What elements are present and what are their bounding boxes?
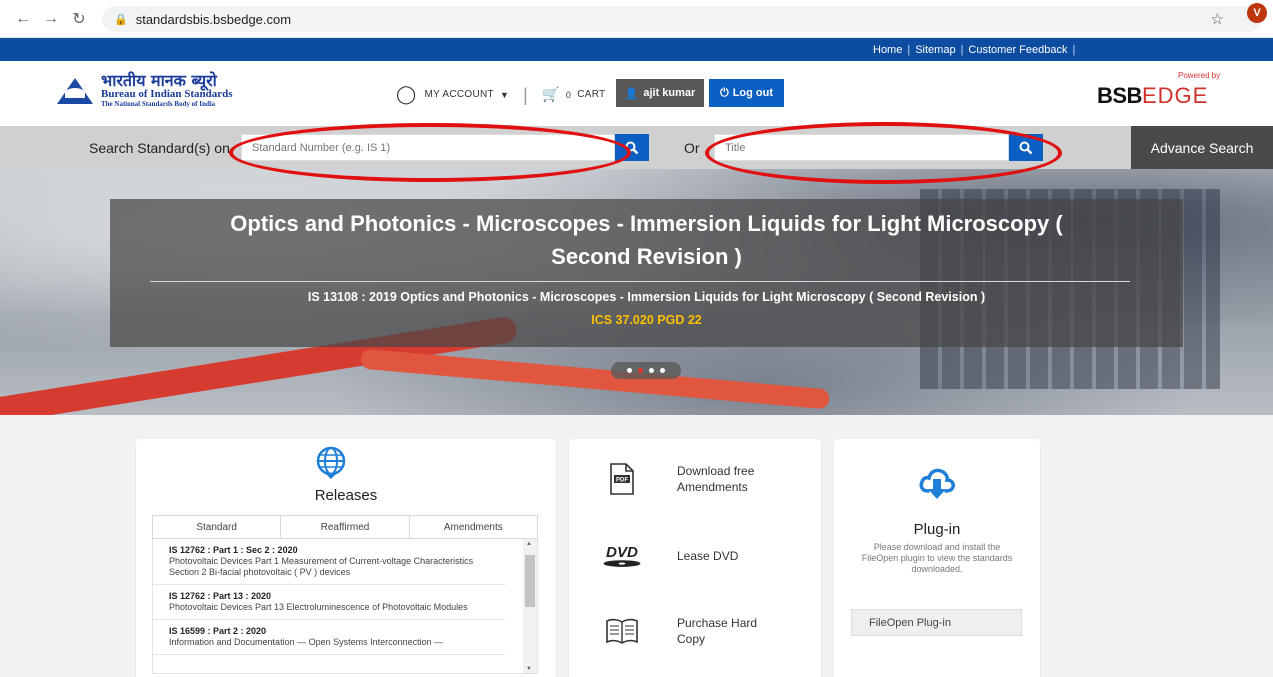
search-icon xyxy=(1019,141,1033,154)
profile-avatar[interactable]: V xyxy=(1247,3,1267,23)
tab-amendments[interactable]: Amendments xyxy=(410,516,537,538)
release-title: IS 12762 : Part 13 : 2020 xyxy=(169,591,272,601)
cart-icon[interactable]: 🛒 xyxy=(542,86,560,103)
tab-reaffirmed[interactable]: Reaffirmed xyxy=(281,516,410,538)
hero-title: Optics and Photonics - Microscopes - Imm… xyxy=(230,211,1063,269)
release-desc: Photovoltaic Devices Part 1 Measurement … xyxy=(169,556,474,577)
sitemap-link[interactable]: Sitemap xyxy=(915,44,955,56)
lock-icon: 🔒 xyxy=(114,13,128,26)
bis-emblem-icon xyxy=(57,78,93,104)
top-links-bar: Home | Sitemap | Customer Feedback | xyxy=(0,38,1273,61)
logout-label: Log out xyxy=(732,87,774,99)
caret-down-icon[interactable]: ▼ xyxy=(500,90,509,100)
releases-heading: Releases xyxy=(314,487,378,504)
home-link[interactable]: Home xyxy=(873,44,902,56)
plugin-heading: Plug-in xyxy=(913,521,961,538)
search-bar: Search Standard(s) on Or Advance Search xyxy=(0,126,1273,169)
release-title: IS 16599 : Part 2 : 2020 xyxy=(169,626,267,636)
tab-standard[interactable]: Standard xyxy=(153,516,282,538)
fileopen-plugin-button[interactable]: FileOpen Plug-in xyxy=(851,609,1022,636)
plugin-description: Please download and install the FileOpen… xyxy=(861,542,1013,574)
carousel-dot-active[interactable] xyxy=(638,368,643,373)
pdf-icon-text: PDF xyxy=(616,478,628,484)
back-arrow-icon[interactable]: ← xyxy=(12,10,34,28)
separator: | xyxy=(1072,44,1076,56)
or-label: Or xyxy=(684,140,700,156)
scroll-down-icon[interactable]: ▼ xyxy=(526,666,532,672)
site-header: भारतीय मानक ब्यूरो Bureau of Indian Stan… xyxy=(0,61,1273,126)
bis-logo[interactable]: भारतीय मानक ब्यूरो Bureau of Indian Stan… xyxy=(57,73,233,109)
purchase-label: Purchase Hard Copy xyxy=(677,616,758,646)
download-amendments-link[interactable]: PDF Download free Amendments xyxy=(601,463,787,495)
cloud-download-icon xyxy=(919,468,955,499)
releases-list[interactable]: IS 12762 : Part 1 : Sec 2 : 2020 Photovo… xyxy=(152,539,538,674)
advance-search-button[interactable]: Advance Search xyxy=(1131,126,1273,169)
logo-hindi: भारतीय मानक ब्यूरो xyxy=(101,71,217,90)
dvd-icon: DVD xyxy=(601,541,643,571)
carousel-dot[interactable] xyxy=(627,368,632,373)
bsbedge-logo[interactable]: BSBEDGE xyxy=(1097,83,1208,109)
search-icon xyxy=(625,141,639,154)
hero-divider xyxy=(150,281,1130,282)
scroll-thumb[interactable] xyxy=(525,555,535,607)
hero-carousel: Optics and Photonics - Microscopes - Imm… xyxy=(0,169,1273,415)
browser-toolbar: ← → ↻ 🔒 standardsbis.bsbedge.com ☆ V xyxy=(0,0,1273,38)
plugin-card: Plug-in Please download and install the … xyxy=(834,439,1040,677)
dvd-icon-text: DVD xyxy=(606,544,638,561)
separator: | xyxy=(907,44,911,56)
list-item[interactable]: IS 12762 : Part 13 : 2020 Photovoltaic D… xyxy=(153,585,505,620)
standard-number-input[interactable] xyxy=(241,134,615,161)
reload-icon[interactable]: ↻ xyxy=(68,9,90,29)
logo-english: Bureau of Indian Standards xyxy=(101,88,233,100)
carousel-dot[interactable] xyxy=(660,368,665,373)
releases-scrollbar[interactable]: ▲ ▼ xyxy=(523,539,537,673)
list-item[interactable]: IS 16599 : Part 2 : 2020 Information and… xyxy=(153,620,505,655)
globe-icon xyxy=(316,446,346,479)
address-bar[interactable]: 🔒 standardsbis.bsbedge.com ☆ xyxy=(102,6,1262,32)
user-icon: 👤 xyxy=(624,87,639,100)
url-text: standardsbis.bsbedge.com xyxy=(135,11,292,27)
title-input[interactable] xyxy=(714,134,1009,161)
book-icon xyxy=(601,617,643,645)
release-desc: Photovoltaic Devices Part 13 Electrolumi… xyxy=(169,602,468,612)
person-icon: ◯ xyxy=(396,84,417,104)
carousel-dot[interactable] xyxy=(649,368,654,373)
my-account-menu[interactable]: MY ACCOUNT xyxy=(424,89,494,100)
hero-subtitle: IS 13108 : 2019 Optics and Photonics - M… xyxy=(307,290,986,304)
releases-card: Releases Standard Reaffirmed Amendments … xyxy=(136,439,556,677)
power-icon: ⏻ xyxy=(719,86,729,99)
logo-tagline: The National Standards Body of India xyxy=(101,100,216,108)
edge-brand: EDGE xyxy=(1141,83,1209,108)
bsb-brand: BSB xyxy=(1097,83,1142,108)
logout-button[interactable]: ⏻ Log out xyxy=(709,79,784,107)
cart-count: 0 xyxy=(565,89,572,100)
search-label: Search Standard(s) on xyxy=(89,140,230,156)
carousel-indicators xyxy=(611,362,681,379)
user-name: ajit kumar xyxy=(643,87,696,99)
account-area: ◯ MY ACCOUNT ▼ | 🛒 0 CART xyxy=(396,84,605,105)
pdf-icon: PDF xyxy=(601,463,643,495)
download-label: Download free Amendments xyxy=(677,464,755,494)
search-title-button[interactable] xyxy=(1009,134,1043,161)
purchase-hardcopy-link[interactable]: Purchase Hard Copy xyxy=(601,615,787,647)
forward-arrow-icon[interactable]: → xyxy=(40,10,62,28)
search-number-button[interactable] xyxy=(615,134,649,161)
release-desc: Information and Documentation — Open Sys… xyxy=(169,637,444,647)
hero-caption[interactable]: Optics and Photonics - Microscopes - Imm… xyxy=(110,199,1183,347)
customer-feedback-link[interactable]: Customer Feedback xyxy=(968,44,1067,56)
bookmark-star-icon[interactable]: ☆ xyxy=(1211,10,1224,28)
services-card: PDF Download free Amendments DVD Lease D… xyxy=(569,439,821,677)
lease-label: Lease DVD xyxy=(677,549,739,563)
releases-tabs: Standard Reaffirmed Amendments xyxy=(152,515,538,539)
separator: | xyxy=(960,44,964,56)
release-title: IS 12762 : Part 1 : Sec 2 : 2020 xyxy=(169,545,298,555)
cart-link[interactable]: CART xyxy=(577,89,605,100)
user-button[interactable]: 👤 ajit kumar xyxy=(616,79,704,107)
list-item[interactable]: IS 12762 : Part 1 : Sec 2 : 2020 Photovo… xyxy=(153,539,505,585)
lease-dvd-link[interactable]: DVD Lease DVD xyxy=(601,541,787,571)
divider: | xyxy=(523,84,529,105)
scroll-up-icon[interactable]: ▲ xyxy=(526,541,532,547)
hero-ics: ICS 37.020 PGD 22 xyxy=(591,313,702,327)
powered-by-label: Powered by xyxy=(1178,71,1221,80)
